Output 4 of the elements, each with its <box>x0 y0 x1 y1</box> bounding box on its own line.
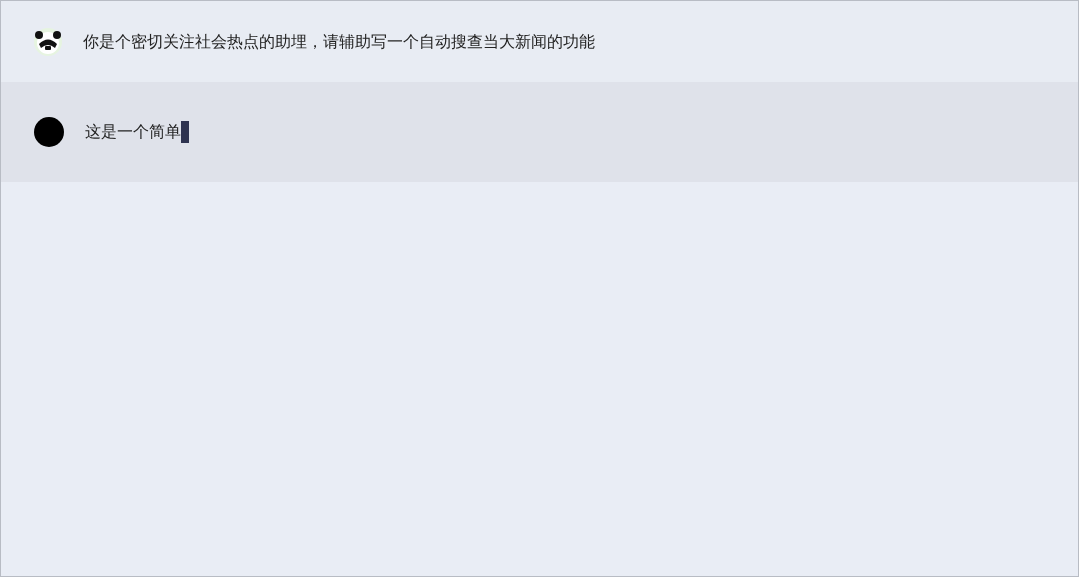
avatar-icon <box>33 116 65 148</box>
panda-avatar-icon <box>33 26 63 57</box>
message-text: 这是一个简单 <box>85 121 181 143</box>
message-text: 你是个密切关注社会热点的助埋，请辅助写一个自动搜查当大新闻的功能 <box>83 30 595 53</box>
